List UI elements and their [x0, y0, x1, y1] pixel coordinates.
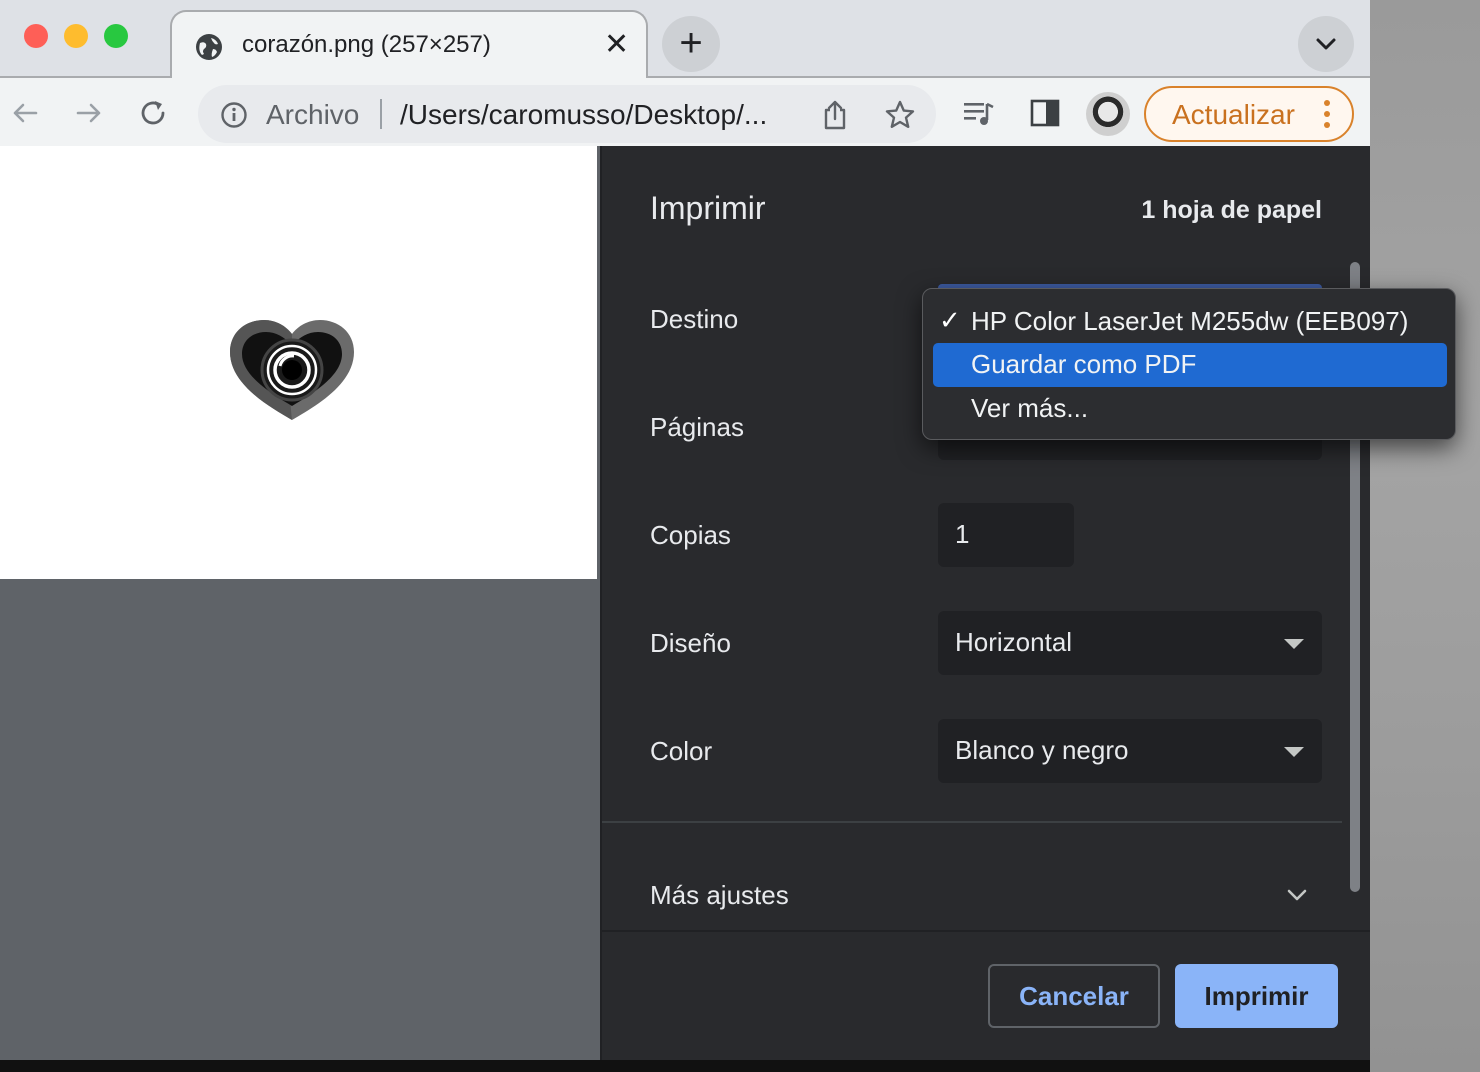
color-select[interactable]: Blanco y negro — [938, 719, 1322, 783]
minimize-window-button[interactable] — [64, 24, 88, 48]
heart-camera-image — [230, 320, 354, 420]
share-icon[interactable] — [820, 99, 850, 131]
copies-value: 1 — [955, 519, 970, 549]
dropdown-caret-icon — [1284, 747, 1304, 757]
globe-icon — [196, 34, 222, 60]
layout-label: Diseño — [650, 628, 731, 658]
tab-strip: corazón.png (257×257) ✕ + — [0, 0, 1370, 86]
tab-search-button[interactable] — [1298, 16, 1354, 72]
reading-list-icon[interactable] — [962, 96, 996, 130]
destination-label: Destino — [650, 304, 739, 334]
chevron-down-icon — [1287, 889, 1307, 901]
more-settings-toggle[interactable]: Más ajustes — [602, 846, 1342, 932]
layout-select[interactable]: Horizontal — [938, 611, 1322, 675]
window-bottom-edge — [0, 1060, 1370, 1072]
panel-title: Imprimir — [650, 190, 766, 226]
menu-item-label: Ver más... — [971, 393, 1089, 423]
menu-item-label: Guardar como PDF — [971, 349, 1197, 379]
close-window-button[interactable] — [24, 24, 48, 48]
zoom-window-button[interactable] — [104, 24, 128, 48]
tab-active[interactable]: corazón.png (257×257) ✕ — [170, 10, 648, 86]
chevron-down-icon — [1316, 38, 1336, 50]
omnibox-divider — [380, 99, 382, 129]
layout-value: Horizontal — [955, 627, 1073, 657]
update-button[interactable]: Actualizar — [1144, 86, 1354, 142]
panel-divider — [602, 821, 1342, 823]
more-menu-icon[interactable] — [1324, 100, 1332, 130]
copies-label: Copias — [650, 520, 731, 550]
sheet-count: 1 hoja de papel — [1141, 196, 1322, 224]
profile-avatar[interactable] — [1086, 92, 1130, 136]
print-button[interactable]: Imprimir — [1175, 964, 1338, 1028]
update-label: Actualizar — [1172, 99, 1295, 130]
menu-item-save-as-pdf[interactable]: Guardar como PDF — [933, 343, 1447, 387]
forward-arrow-icon[interactable] — [74, 98, 104, 128]
new-tab-button[interactable]: + — [662, 16, 720, 72]
tab-title: corazón.png (257×257) — [242, 31, 491, 58]
more-settings-label: Más ajustes — [650, 880, 789, 910]
cancel-button[interactable]: Cancelar — [988, 964, 1160, 1028]
url-text[interactable]: /Users/caromusso/Desktop/... — [400, 99, 767, 131]
pages-label: Páginas — [650, 412, 744, 442]
browser-toolbar: Archivo /Users/caromusso/Desktop/... Act… — [0, 78, 1370, 146]
dialog-footer: Cancelar Imprimir — [602, 932, 1370, 1060]
browser-window: corazón.png (257×257) ✕ + Archivo /Users… — [0, 0, 1370, 1060]
side-panel-icon[interactable] — [1028, 96, 1062, 130]
checkmark-icon: ✓ — [939, 305, 961, 335]
close-tab-icon[interactable]: ✕ — [604, 30, 629, 60]
copies-input[interactable]: 1 — [938, 503, 1074, 567]
reload-icon[interactable] — [138, 98, 168, 128]
scheme-label: Archivo — [266, 99, 360, 130]
desktop-background — [1370, 0, 1480, 1072]
preview-area — [0, 146, 600, 1060]
info-icon[interactable] — [220, 101, 248, 129]
menu-item-label: HP Color LaserJet M255dw (EEB097) — [971, 306, 1409, 336]
color-value: Blanco y negro — [955, 735, 1129, 765]
preview-page — [0, 146, 597, 579]
menu-item-hp-printer[interactable]: ✓ HP Color LaserJet M255dw (EEB097) — [933, 300, 1447, 344]
dropdown-caret-icon — [1284, 639, 1304, 649]
address-bar[interactable]: Archivo /Users/caromusso/Desktop/... — [198, 85, 936, 143]
bookmark-star-icon[interactable] — [884, 99, 916, 131]
menu-item-see-more[interactable]: Ver más... — [933, 387, 1447, 431]
back-arrow-icon[interactable] — [10, 98, 40, 128]
color-label: Color — [650, 736, 713, 766]
destination-menu: ✓ HP Color LaserJet M255dw (EEB097) Guar… — [922, 288, 1456, 440]
